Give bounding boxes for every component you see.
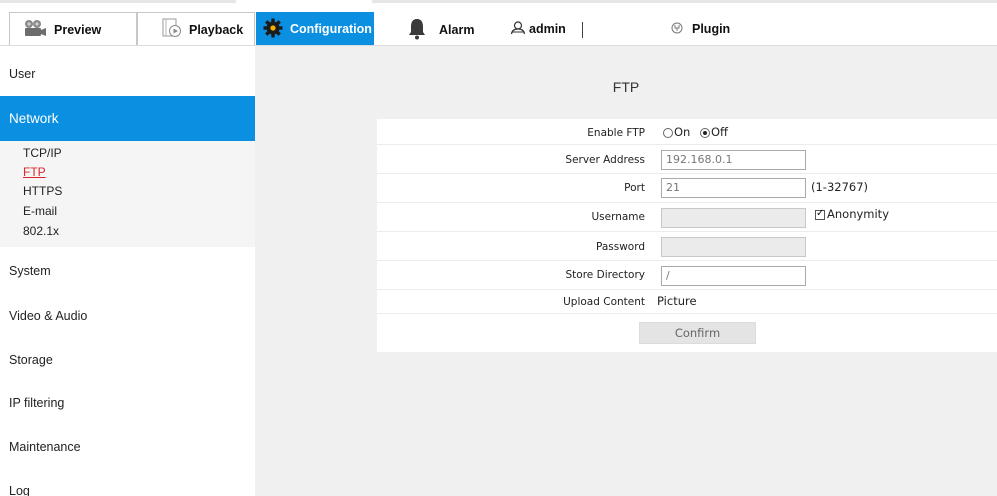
- user-menu[interactable]: admin: [510, 12, 566, 46]
- network-submenu: TCP/IP FTP HTTPS E-mail 802.1x: [0, 141, 255, 247]
- enable-ftp-row: Enable FTP On Off: [377, 121, 997, 145]
- store-directory-label: Store Directory: [565, 269, 645, 281]
- username-label: admin: [529, 22, 566, 36]
- upload-content-label: Upload Content: [563, 296, 645, 308]
- top-navigation-bar: Preview Playback Configuration Alarm adm…: [0, 0, 997, 46]
- sidebar-item-video-audio[interactable]: Video & Audio: [0, 306, 255, 326]
- sidebar-item-label: User: [9, 67, 36, 81]
- submenu-item-ftp[interactable]: FTP: [23, 165, 46, 179]
- port-range-hint: (1-32767): [811, 180, 869, 194]
- server-address-label: Server Address: [565, 154, 645, 166]
- top-divider: [372, 0, 997, 3]
- tab-alarm[interactable]: Alarm: [408, 14, 474, 46]
- top-divider: [0, 0, 236, 3]
- sidebar-item-log[interactable]: Log: [0, 481, 255, 496]
- bell-icon: [408, 18, 426, 43]
- sidebar-item-ip-filtering[interactable]: IP filtering: [0, 393, 255, 413]
- submenu-item-tcpip[interactable]: TCP/IP: [23, 146, 62, 160]
- sidebar-item-label: IP filtering: [9, 396, 65, 410]
- password-label: Password: [595, 241, 645, 253]
- user-avatar-icon: [510, 20, 526, 38]
- confirm-button[interactable]: Confirm: [639, 322, 756, 344]
- page-title: FTP: [612, 79, 640, 95]
- sidebar-item-label: Network: [9, 111, 59, 126]
- gear-icon: [263, 18, 283, 41]
- sidebar-item-label: Storage: [9, 353, 53, 367]
- sidebar-item-user[interactable]: User: [0, 64, 255, 84]
- enable-ftp-radios: On Off: [663, 125, 728, 139]
- sidebar-item-storage[interactable]: Storage: [0, 350, 255, 370]
- upload-content-row: Upload Content Picture: [377, 290, 997, 314]
- sidebar-item-system[interactable]: System: [0, 261, 255, 281]
- anonymity-label: Anonymity: [827, 207, 889, 221]
- password-input[interactable]: [661, 237, 806, 257]
- ftp-off-label: Off: [711, 125, 728, 139]
- sidebar-item-label: Video & Audio: [9, 309, 88, 323]
- username-row: Username Anonymity: [377, 203, 997, 232]
- password-row: Password: [377, 232, 997, 261]
- tab-playback[interactable]: Playback: [137, 12, 255, 46]
- sidebar-item-label: Maintenance: [9, 440, 81, 454]
- anonymity-checkbox[interactable]: [815, 208, 825, 220]
- port-input[interactable]: 21: [661, 178, 806, 198]
- submenu-item-email[interactable]: E-mail: [23, 204, 57, 218]
- tab-preview-label: Preview: [54, 22, 102, 37]
- server-address-row: Server Address 192.168.0.1: [377, 147, 997, 174]
- main-content: FTP Enable FTP On Off Server Address 192…: [255, 46, 997, 496]
- sidebar: User Network TCP/IP FTP HTTPS E-mail 802…: [0, 46, 255, 496]
- submenu-item-8021x[interactable]: 802.1x: [23, 224, 59, 238]
- ftp-off-radio[interactable]: [700, 127, 710, 138]
- tab-configuration[interactable]: Configuration: [256, 12, 374, 46]
- upload-content-value: Picture: [657, 294, 697, 308]
- nav-separator: [582, 22, 583, 38]
- tab-alarm-label: Alarm: [439, 23, 475, 37]
- preview-camera-icon: [23, 19, 47, 40]
- ftp-on-radio[interactable]: [663, 127, 673, 138]
- store-directory-input[interactable]: /: [661, 266, 806, 286]
- tab-configuration-label: Configuration: [290, 22, 372, 36]
- port-label: Port: [624, 182, 645, 194]
- ftp-settings-form: Enable FTP On Off Server Address 192.168…: [377, 119, 997, 352]
- anonymity-checkbox-group: Anonymity: [815, 207, 889, 221]
- username-input[interactable]: [661, 208, 806, 228]
- playback-film-icon: [162, 18, 182, 41]
- plugin-link[interactable]: Plugin: [671, 12, 730, 46]
- ftp-on-label: On: [674, 125, 691, 139]
- tab-preview[interactable]: Preview: [9, 12, 137, 46]
- server-address-input[interactable]: 192.168.0.1: [661, 150, 806, 170]
- tab-playback-label: Playback: [189, 22, 244, 37]
- sidebar-item-maintenance[interactable]: Maintenance: [0, 437, 255, 457]
- sidebar-item-label: Log: [9, 484, 30, 496]
- plugin-icon: [671, 22, 683, 37]
- submenu-item-https[interactable]: HTTPS: [23, 184, 62, 198]
- port-row: Port 21 (1-32767): [377, 174, 997, 203]
- sidebar-item-label: System: [9, 264, 51, 278]
- sidebar-item-network[interactable]: Network: [0, 96, 255, 141]
- plugin-label: Plugin: [692, 22, 731, 36]
- username-label: Username: [591, 211, 645, 223]
- store-directory-row: Store Directory /: [377, 261, 997, 290]
- enable-ftp-label: Enable FTP: [587, 127, 645, 139]
